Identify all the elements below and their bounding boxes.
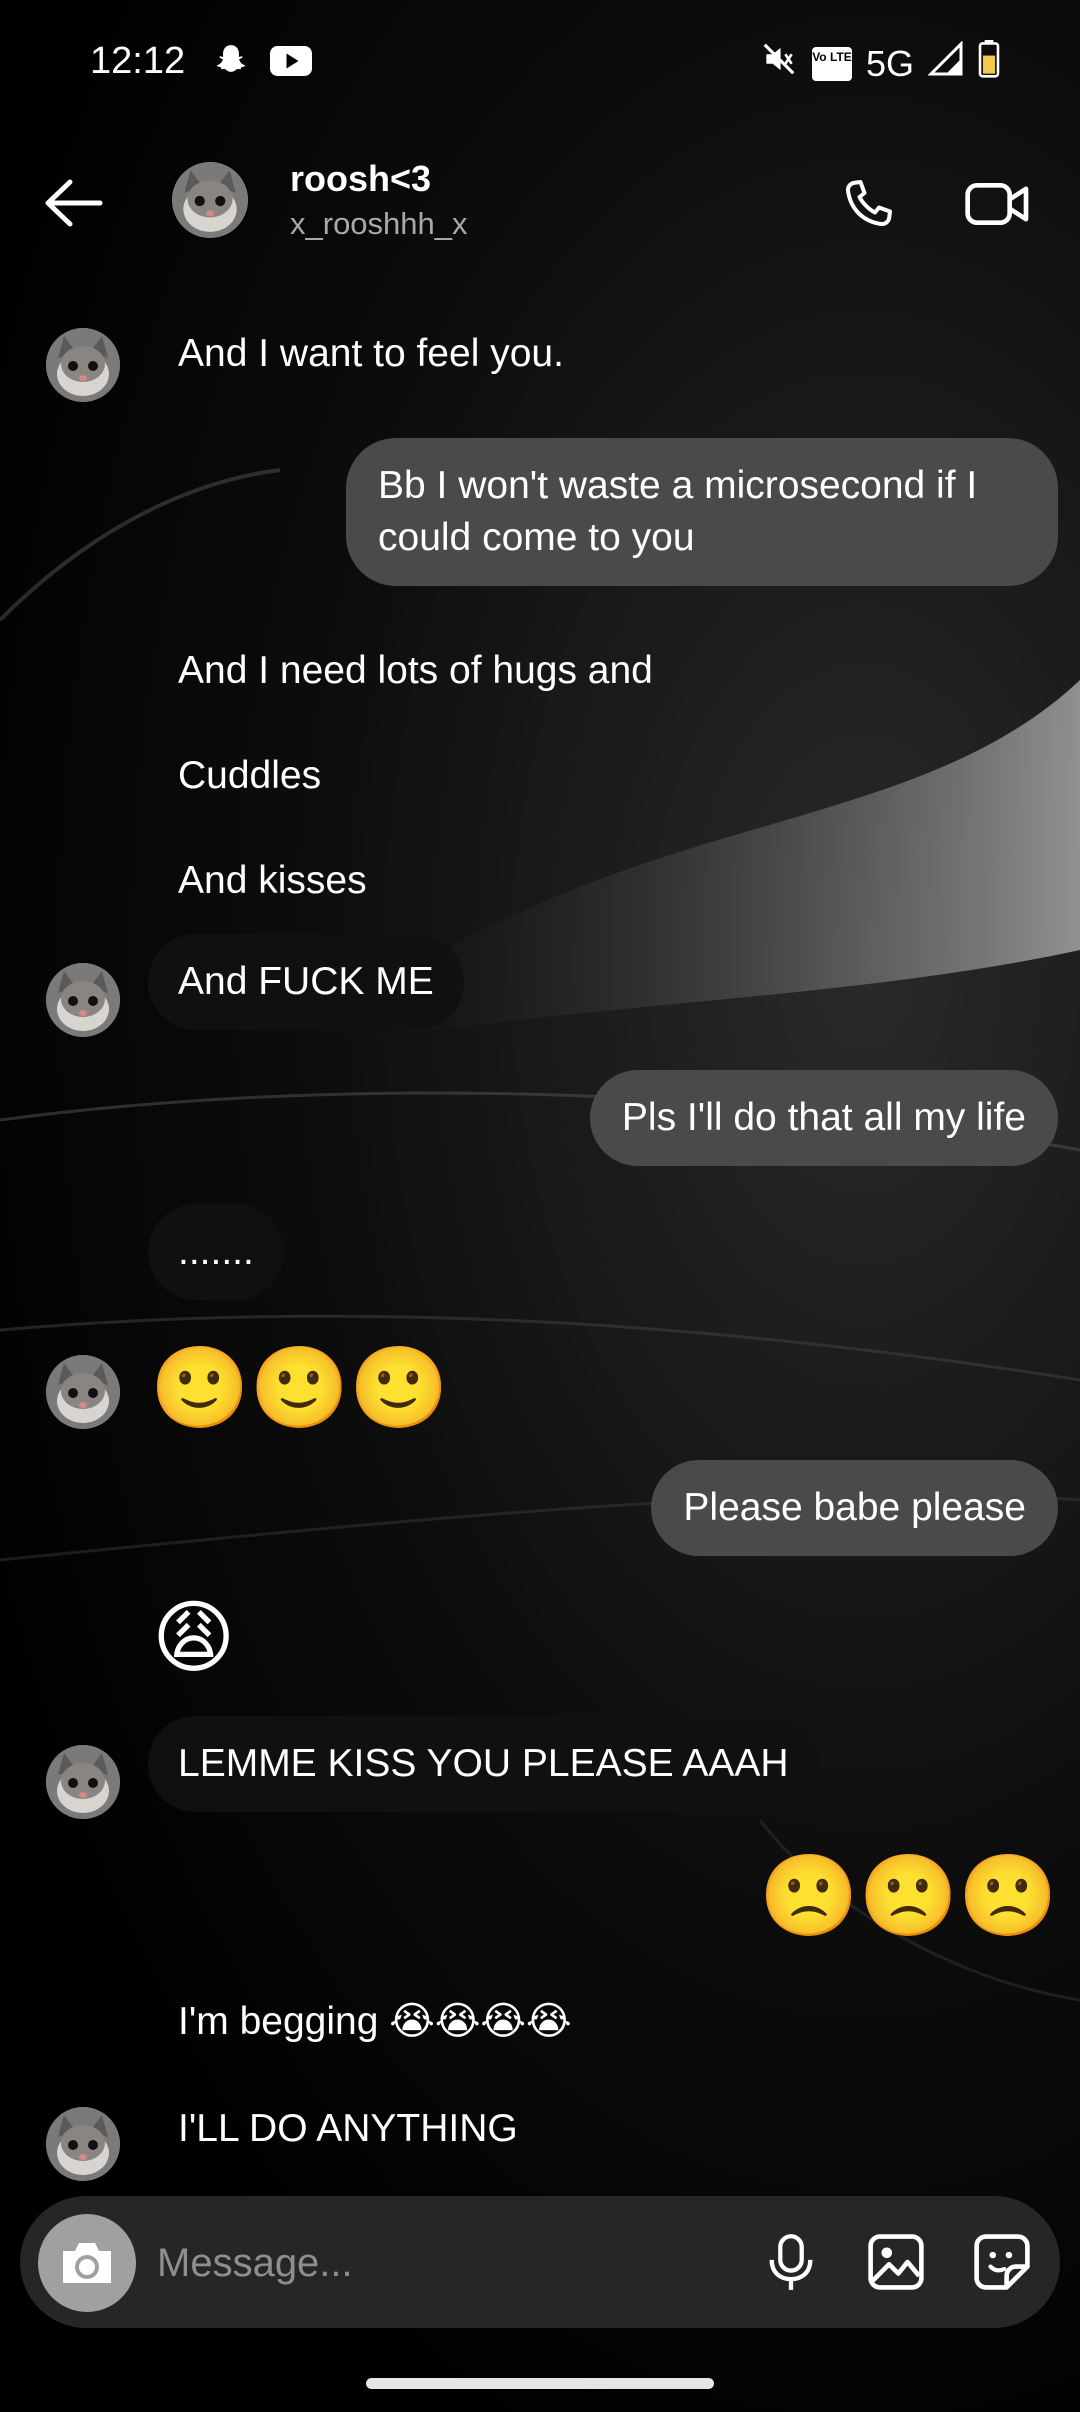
camera-button[interactable] (38, 2214, 136, 2312)
emoji-message[interactable]: 😩 (152, 1590, 235, 1686)
incoming-message[interactable]: I'm begging 😭😭😭😭 (178, 1996, 572, 2048)
outgoing-message[interactable]: Bb I won't waste a microsecond if I coul… (346, 438, 1058, 586)
emoji-message[interactable]: 🙁🙁🙁 (759, 1848, 1058, 1944)
sticker-button[interactable] (966, 2226, 1038, 2298)
chat-header: roosh<3 x_rooshhh_x (0, 150, 1080, 260)
outgoing-message[interactable]: Please babe please (651, 1460, 1058, 1556)
message-input[interactable] (155, 2222, 719, 2304)
contact-name[interactable]: roosh<3 (290, 158, 431, 200)
status-bar: 12:12 Vo LTE 5G (0, 0, 1080, 125)
sender-avatar[interactable] (46, 2107, 120, 2181)
back-button[interactable] (38, 168, 108, 238)
status-time: 12:12 (90, 40, 186, 82)
incoming-message[interactable]: LEMME KISS YOU PLEASE AAAH (148, 1716, 819, 1812)
incoming-message[interactable]: I'LL DO ANYTHING (178, 2103, 518, 2155)
incoming-message[interactable]: Cuddles (178, 750, 321, 802)
sticker-icon (974, 2234, 1030, 2290)
sender-avatar[interactable] (46, 1745, 120, 1819)
incoming-message[interactable]: And I want to feel you. (178, 328, 564, 380)
video-camera-icon (965, 183, 1029, 225)
message-composer (20, 2196, 1060, 2328)
voice-message-button[interactable] (755, 2226, 827, 2298)
camera-icon (63, 2243, 111, 2283)
sender-avatar[interactable] (46, 963, 120, 1037)
arrow-left-icon (45, 179, 103, 227)
incoming-message[interactable]: And I need lots of hugs and (178, 645, 653, 697)
contact-username[interactable]: x_rooshhh_x (290, 206, 468, 242)
battery-icon (978, 40, 1000, 87)
youtube-icon (270, 45, 312, 82)
snapchat-icon (212, 42, 250, 85)
phone-icon (845, 180, 892, 227)
audio-call-button[interactable] (832, 168, 904, 240)
volte-icon: Vo LTE (811, 46, 852, 81)
sender-avatar[interactable] (46, 328, 120, 402)
signal-icon (927, 40, 964, 86)
mute-vibrate-icon (760, 40, 798, 87)
emoji-message[interactable]: 🙂🙂🙂 (150, 1340, 449, 1436)
gallery-button[interactable] (860, 2226, 932, 2298)
sender-avatar[interactable] (46, 1355, 120, 1429)
network-type: 5G (865, 42, 914, 84)
home-indicator[interactable] (366, 2378, 714, 2389)
image-icon (868, 2234, 924, 2290)
chat-screen: 12:12 Vo LTE 5G roosh<3 x_rooshhh_x And … (0, 0, 1080, 2412)
contact-avatar[interactable] (172, 162, 248, 238)
video-call-button[interactable] (958, 168, 1038, 240)
outgoing-message[interactable]: Pls I'll do that all my life (589, 1070, 1058, 1166)
incoming-message[interactable]: And kisses (178, 855, 367, 907)
notification-icons (212, 42, 312, 85)
microphone-icon (769, 2234, 813, 2290)
system-status-icons: Vo LTE 5G (760, 40, 1000, 87)
incoming-message[interactable]: ....... (148, 1204, 284, 1300)
incoming-message[interactable]: And FUCK ME (148, 934, 464, 1030)
